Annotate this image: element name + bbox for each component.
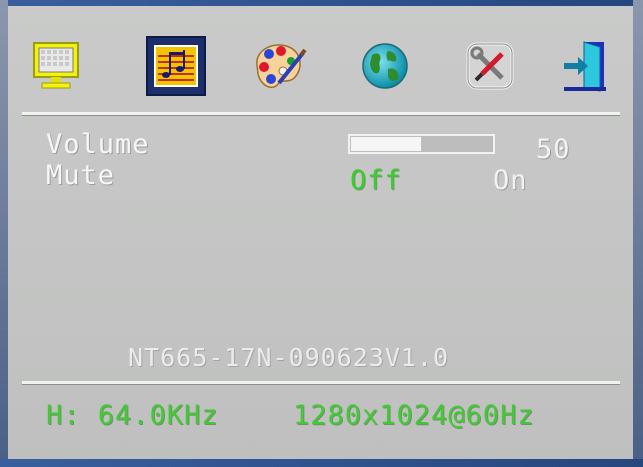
volume-value: 50 (536, 134, 571, 165)
bezel-left (0, 0, 8, 467)
bezel-top (0, 0, 643, 6)
volume-slider-fill (351, 137, 421, 151)
tab-exit[interactable] (555, 36, 615, 96)
bezel-right (633, 0, 643, 467)
tab-color[interactable] (248, 36, 308, 96)
globe-language-icon (362, 43, 408, 89)
firmware-version: NT665-17N-090623V1.0 (128, 343, 450, 372)
color-palette-icon (256, 44, 307, 88)
bezel-bottom (0, 459, 643, 467)
osd-menu-icon-bar (22, 26, 620, 106)
picture-monitor-icon (33, 42, 79, 89)
divider-top (22, 112, 620, 116)
volume-slider[interactable] (348, 134, 495, 154)
exit-door-icon (564, 41, 606, 92)
tab-language[interactable] (355, 36, 415, 96)
resolution-refresh: 1280x1024@60Hz (293, 400, 535, 431)
tab-setup[interactable] (460, 36, 520, 96)
tab-audio[interactable] (146, 36, 206, 96)
monitor-osd-screen: Volume 50 Mute Off On NT665-17N-090623V1… (0, 0, 643, 467)
volume-label: Volume (46, 129, 150, 160)
audio-music-icon (154, 45, 198, 87)
mute-on-option[interactable]: On (493, 165, 528, 196)
tab-picture[interactable] (26, 36, 86, 96)
mute-label: Mute (46, 160, 116, 191)
tools-setup-icon (466, 42, 514, 90)
mute-off-option[interactable]: Off (350, 165, 402, 196)
divider-bottom (22, 381, 620, 385)
horizontal-frequency: H: 64.0KHz (46, 400, 219, 431)
